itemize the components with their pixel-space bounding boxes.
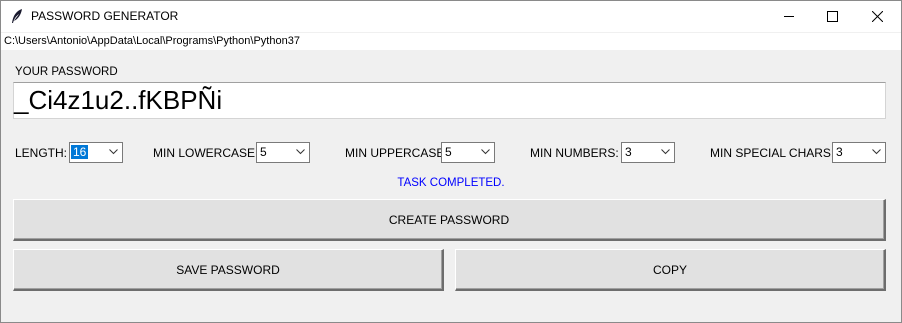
password-label: YOUR PASSWORD xyxy=(15,66,118,78)
chevron-down-icon xyxy=(296,149,305,155)
min-numbers-select[interactable]: 3 xyxy=(621,142,675,163)
min-special-select[interactable]: 3 xyxy=(832,142,886,163)
minimize-icon xyxy=(784,16,794,17)
min-special-value: 3 xyxy=(836,145,843,159)
save-password-button[interactable]: SAVE PASSWORD xyxy=(13,249,444,291)
copy-button[interactable]: COPY xyxy=(455,249,886,291)
min-special-label: MIN SPECIAL CHARS: xyxy=(710,146,835,160)
close-icon xyxy=(872,11,883,22)
create-password-button[interactable]: CREATE PASSWORD xyxy=(13,199,886,241)
chevron-down-icon xyxy=(109,149,118,155)
password-field[interactable]: _Ci4z1u2..fKBPÑi xyxy=(13,82,886,119)
min-lowercase-select[interactable]: 5 xyxy=(256,142,310,163)
minimize-button[interactable] xyxy=(766,1,812,32)
maximize-icon xyxy=(827,11,838,22)
maximize-button[interactable] xyxy=(809,1,855,32)
window-title: PASSWORD GENERATOR xyxy=(31,9,179,23)
min-lowercase-value: 5 xyxy=(260,145,267,159)
min-numbers-label: MIN NUMBERS: xyxy=(530,146,619,160)
length-label: LENGTH: xyxy=(15,146,68,160)
chevron-down-icon xyxy=(872,149,881,155)
status-message: TASK COMPLETED. xyxy=(397,177,505,189)
min-numbers-value: 3 xyxy=(625,145,632,159)
path-label: C:\Users\Antonio\AppData\Local\Programs\… xyxy=(1,33,901,50)
min-uppercase-select[interactable]: 5 xyxy=(441,142,495,163)
app-window: PASSWORD GENERATOR C:\Users\Antonio\AppD… xyxy=(0,0,902,323)
min-lowercase-label: MIN LOWERCASE: xyxy=(153,146,259,160)
min-uppercase-label: MIN UPPERCASE: xyxy=(345,146,448,160)
title-bar: PASSWORD GENERATOR xyxy=(1,1,901,32)
min-uppercase-value: 5 xyxy=(445,145,452,159)
length-select[interactable]: 16 xyxy=(69,142,123,163)
feather-icon xyxy=(10,8,24,24)
chevron-down-icon xyxy=(481,149,490,155)
chevron-down-icon xyxy=(661,149,670,155)
length-value: 16 xyxy=(71,145,89,159)
close-button[interactable] xyxy=(854,1,900,32)
